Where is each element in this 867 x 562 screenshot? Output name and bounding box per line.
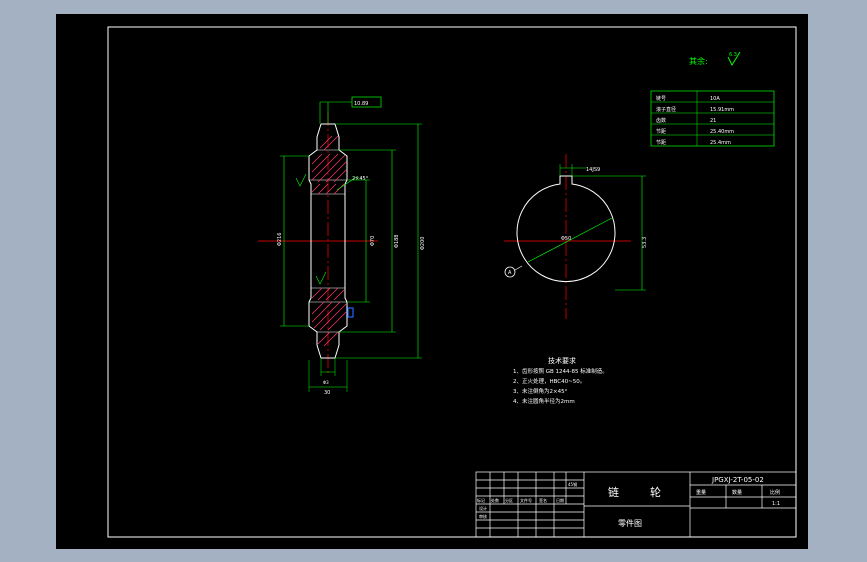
tb-header: 日期 [556, 497, 564, 503]
tb-header: 分区 [505, 497, 513, 503]
roughness-mini-icon [295, 173, 307, 187]
tb-checker: 审核 [479, 513, 487, 519]
tech-item: 2、正火处理，HBC40~50。 [513, 377, 585, 385]
scale-value: 1:1 [772, 501, 780, 507]
dim-hub-width: 30 [324, 390, 330, 396]
drawing-number: JPGXJ-2T-05-02 [711, 476, 764, 484]
drawing-border [107, 26, 797, 538]
param-name: 节距 [656, 129, 666, 135]
param-value: 10A [710, 96, 720, 102]
param-value: 25.4mm [710, 140, 731, 146]
param-name: 节距 [656, 140, 666, 146]
params-table: 链号 10A 滚子直径 15.91mm 齿数 21 节距 25.40mm 节距 … [650, 90, 775, 147]
dim-flat: 10.89 [354, 101, 368, 107]
tb-header: 标记 [477, 497, 485, 503]
tech-item: 4、未注圆角半径为2mm [513, 397, 575, 405]
tech-requirements: 技术要求 1、齿形按照 GB 1244-85 标准制造。 2、正火处理，HBC4… [513, 356, 608, 405]
tb-header: 文件号 [520, 497, 532, 503]
param-name: 齿数 [656, 117, 666, 124]
qty-header: 数量 [732, 489, 742, 496]
tb-header: 签名 [539, 497, 547, 503]
param-name: 链号 [656, 95, 666, 102]
part-name-2: 轮 [650, 485, 661, 499]
param-name: 滚子直径 [656, 106, 676, 113]
cad-drawing: 其余: 6.3 链号 10A 滚子直径 15.91mm 齿数 21 节距 25.… [107, 26, 797, 538]
dim-bore-dia: Φ50 [561, 236, 571, 242]
roughness-label: 其余: [689, 56, 708, 66]
dim-od-bore: Φ70 [370, 236, 376, 246]
marker-icon [347, 307, 354, 318]
section-view: 10.89 2×45° Φ216 Φ70 Φ188 Φ200 30 Φ3 [258, 96, 426, 396]
tb-header: 处数 [491, 497, 499, 503]
tech-title: 技术要求 [548, 356, 576, 365]
front-view: 14JS9 Φ50 53.3 A [504, 154, 648, 319]
dim-keyway-width: 14JS9 [586, 167, 600, 173]
param-value: 21 [710, 118, 716, 124]
sub-title: 零件图 [618, 518, 642, 528]
roughness-mini-icon [315, 271, 327, 285]
dim-od-right: Φ200 [420, 237, 426, 250]
weight-header: 重量 [696, 489, 706, 496]
dim-od-left: Φ216 [277, 233, 283, 246]
scale-header: 比例 [770, 489, 780, 496]
param-value: 15.91mm [710, 107, 734, 113]
roughness-value: 6.3 [729, 52, 737, 58]
tech-item: 3、未注倒角为2×45° [513, 387, 568, 395]
dim-od-mid: Φ188 [394, 235, 400, 248]
tb-designer: 设计 [479, 505, 487, 511]
dim-small: Φ3 [323, 380, 329, 385]
part-name-1: 链 [608, 485, 619, 499]
drawing-sheet: 其余: 6.3 链号 10A 滚子直径 15.91mm 齿数 21 节距 25.… [56, 14, 808, 549]
datum-label: A [508, 270, 512, 276]
dim-key-depth: 53.3 [642, 237, 648, 248]
param-value: 25.40mm [710, 129, 734, 135]
tech-item: 1、齿形按照 GB 1244-85 标准制造。 [513, 367, 608, 375]
material: 45钢 [568, 481, 577, 487]
